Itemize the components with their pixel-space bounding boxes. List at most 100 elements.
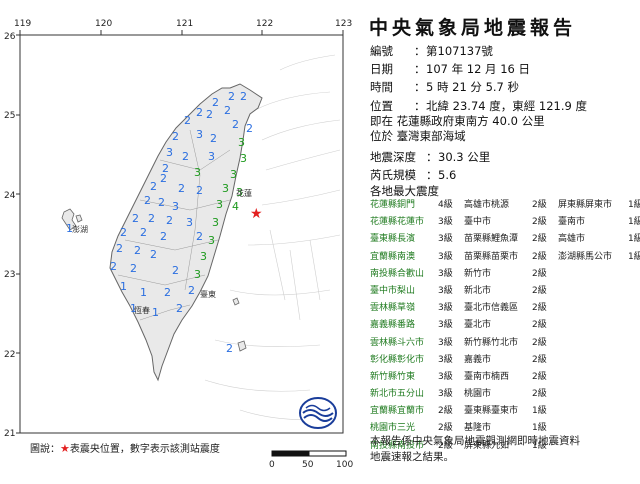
- station-name: 臺中市梨山: [370, 285, 416, 296]
- station-intensity: 2: [144, 194, 151, 207]
- station-intensity: 2: [150, 180, 157, 193]
- station-intensity: 3: [222, 182, 229, 195]
- lat-tick: 21: [4, 429, 15, 439]
- station-name: 花蓮縣花蓮市: [370, 217, 425, 228]
- intensity-row: 嘉義縣番路 3級 臺北市 2級: [370, 317, 640, 334]
- earthquake-report: 中央氣象局地震報告 編號 ：第107137號 日期 ：107 年 12 月 16 日…: [355, 0, 640, 480]
- station-intensity-level: 3級: [438, 217, 453, 228]
- station-intensity: 4: [232, 200, 239, 213]
- station-name: 臺東縣長濱: [370, 234, 416, 245]
- station-intensity-level: 3級: [438, 337, 453, 348]
- intensity-row: 南投縣合歡山 3級 新竹市 2級: [370, 266, 640, 283]
- station-intensity: 2: [196, 184, 203, 197]
- position-label: 位置: [370, 99, 393, 113]
- report-footer: 本報告係中央氣象局地震觀測網即時地震資料 地震速報之結果。: [370, 433, 640, 465]
- intensity-row: 新北市五分山 3級 桃園市 2級: [370, 386, 640, 403]
- station-intensity-level: 2級: [438, 423, 453, 434]
- place-label: 澎湖: [72, 224, 88, 234]
- scale-label: 100: [336, 460, 353, 470]
- station-intensity: 2: [176, 302, 183, 315]
- station-intensity-level: 1級: [532, 406, 547, 417]
- station-name: 雲林縣草嶺: [370, 303, 416, 314]
- station-intensity-level: 2級: [532, 285, 547, 296]
- depth-value: 30.3 公里: [438, 150, 491, 164]
- intensity-row: 彰化縣彰化市 3級 嘉義市 2級: [370, 352, 640, 369]
- intensity-row: 臺東縣長濱 3級 苗栗縣鯉魚潭 2級 高雄市 1級: [370, 231, 640, 248]
- station-name: 花蓮縣銅門: [370, 200, 416, 210]
- station-intensity-level: 2級: [532, 320, 547, 331]
- lon-tick: 122: [256, 19, 273, 29]
- station-intensity: 2: [160, 230, 167, 243]
- station-name: 臺中市: [464, 217, 492, 228]
- station-intensity: 2: [160, 172, 167, 185]
- station-intensity-level: 2級: [532, 268, 547, 279]
- report-magnitude-row: 芮氏規模 ：5.6: [370, 168, 457, 182]
- station-name: 基隆市: [464, 423, 492, 434]
- station-name: 臺南市楠西: [464, 371, 510, 382]
- date-label: 日期: [370, 62, 393, 76]
- scale-bar: 0 50 100: [269, 450, 353, 470]
- station-intensity-level: 2級: [438, 406, 453, 417]
- station-intensity: 3: [166, 146, 173, 159]
- station-intensity: 3: [230, 168, 237, 181]
- station-intensity: 3: [212, 216, 219, 229]
- station-intensity-level: 2級: [532, 337, 547, 348]
- station-intensity: 2: [132, 212, 139, 225]
- lon-tick: 123: [335, 19, 352, 29]
- depth-label: 地震深度: [370, 150, 416, 164]
- station-name: 宜蘭縣南澳: [370, 251, 416, 262]
- lat-tick: 26: [4, 32, 16, 42]
- station-intensity: 2: [172, 130, 179, 143]
- station-name: 澎湖縣馬公市: [558, 251, 613, 262]
- intensity-row: 雲林縣草嶺 3級 臺北市信義區 2級: [370, 300, 640, 317]
- station-intensity-level: 2級: [532, 234, 547, 245]
- station-name: 新北市: [464, 285, 492, 296]
- station-intensity: 2: [188, 284, 195, 297]
- station-intensity-level: 2級: [532, 217, 547, 228]
- station-intensity: 2: [224, 104, 231, 117]
- map-legend: 圖說：★表震央位置，數字表示該測站震度: [30, 440, 220, 455]
- report-position-line2: 即在 花蓮縣政府東南方 40.0 公里: [370, 114, 545, 128]
- station-intensity: 1: [152, 306, 159, 319]
- station-intensity-level: 3級: [438, 320, 453, 331]
- station-intensity: 2: [206, 108, 213, 121]
- station-name: 臺南市: [558, 217, 586, 228]
- station-intensity: 2: [212, 96, 219, 109]
- left-tick-marks: [16, 34, 20, 434]
- lat-tick: 23: [4, 270, 15, 280]
- station-name: 臺北市信義區: [464, 303, 519, 314]
- station-intensity: 3: [194, 268, 201, 281]
- station-intensity-level: 4級: [438, 200, 453, 210]
- time-value: 5 時 21 分 5.7 秒: [426, 80, 520, 94]
- station-intensity: 2: [178, 182, 185, 195]
- place-label: 恆春: [134, 305, 150, 315]
- station-intensity: 3: [196, 128, 203, 141]
- station-intensity-level: 3級: [438, 285, 453, 296]
- station-intensity-level: 2級: [532, 354, 547, 365]
- station-intensity: 1: [120, 280, 127, 293]
- place-label: 臺東: [200, 289, 216, 299]
- station-intensity: 3: [216, 198, 223, 211]
- station-name: 桃園市三光: [370, 423, 416, 434]
- station-intensity: 2: [232, 118, 239, 131]
- station-intensity-level: 3級: [438, 268, 453, 279]
- station-name: 嘉義市: [464, 354, 492, 365]
- station-intensity: 3: [186, 216, 193, 229]
- station-name: 苗栗縣鯉魚潭: [464, 234, 519, 245]
- station-intensity-level: 2級: [532, 200, 547, 210]
- position-value: 北緯 23.74 度，東經 121.9 度: [426, 99, 587, 113]
- station-intensity: 2: [246, 122, 253, 135]
- station-intensity: 2: [158, 196, 165, 209]
- station-intensity-level: 2級: [532, 303, 547, 314]
- footer-line: 地震速報之結果。: [370, 451, 454, 463]
- station-name: 苗栗縣苗栗市: [464, 251, 519, 262]
- station-intensity: 2: [182, 150, 189, 163]
- top-tick-marks: [19, 30, 344, 35]
- station-intensity-level: 3級: [438, 371, 453, 382]
- station-name: 臺東縣臺東市: [464, 406, 519, 417]
- magnitude-value: 5.6: [438, 168, 457, 182]
- station-name: 宜蘭縣宜蘭市: [370, 406, 425, 417]
- lon-tick: 121: [176, 19, 193, 29]
- station-name: 臺北市: [464, 320, 492, 331]
- station-intensity-level: 1級: [628, 217, 640, 228]
